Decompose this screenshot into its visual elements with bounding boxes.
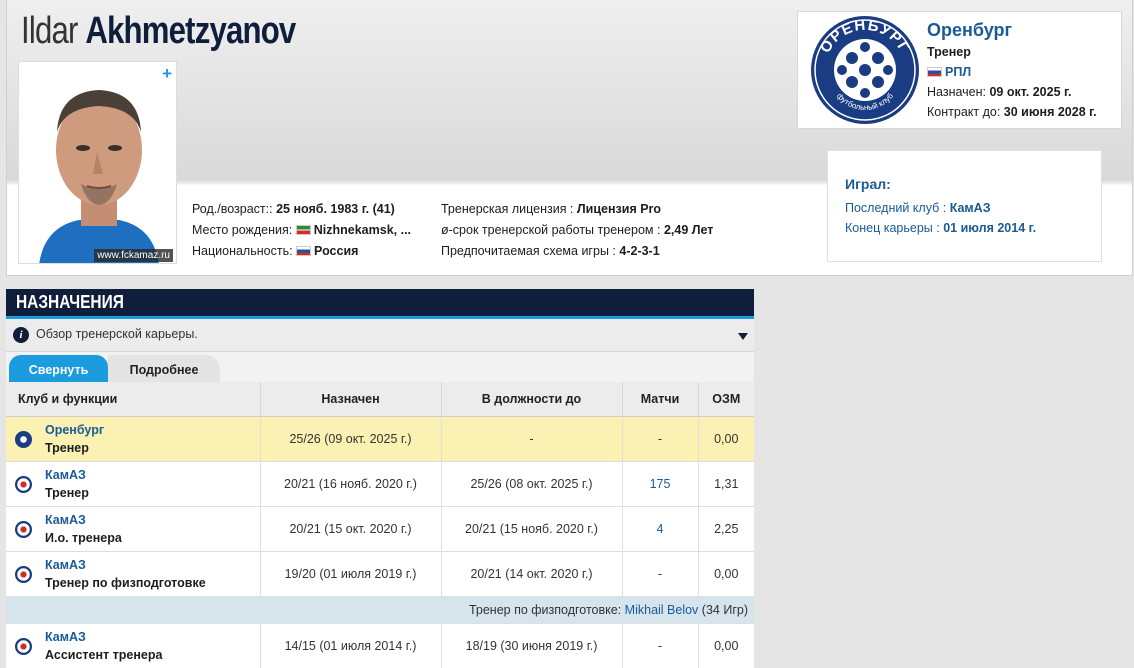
table-header: Клуб и функции Назначен В должности до М…	[6, 382, 754, 417]
club-cell: КамАЗ Ассистент тренера	[6, 623, 261, 668]
appointments-section: НАЗНАЧЕНИЯ i Обзор тренерской карьеры. С…	[6, 289, 754, 668]
photo-credit: www.fckamaz.ru	[94, 249, 173, 262]
league-link[interactable]: РПЛ	[945, 65, 971, 79]
club-cell: КамАЗ И.о. тренера	[6, 506, 261, 552]
formation-row: Предпочитаемая схема игры : 4-2-3-1	[441, 244, 660, 258]
chevron-down-icon[interactable]	[738, 333, 748, 340]
career-overview-toggle[interactable]: i Обзор тренерской карьеры.	[6, 319, 754, 352]
club-link[interactable]: КамАЗ	[45, 628, 260, 646]
russia-flag-icon	[927, 67, 942, 77]
coach-photo[interactable]: + www.fckamaz.ru	[18, 61, 177, 264]
current-club-box: ОРЕНБУРГ футбольный клуб 19 76 Оренбург …	[797, 11, 1122, 129]
profile-header: Ildar Akhmetzyanov + www.fckamaz.ru Род.…	[6, 0, 1133, 276]
col-ppm[interactable]: ОЗМ	[698, 382, 754, 417]
license-row: Тренерская лицензия : Лицензия Pro	[441, 202, 662, 216]
orenburg-logo-icon[interactable]: ОРЕНБУРГ футбольный клуб 19 76	[809, 14, 921, 126]
club-cell: Оренбург Тренер	[6, 416, 261, 462]
last-club-row: Последний клуб : КамАЗ	[845, 201, 991, 215]
tatarstan-flag-icon	[295, 225, 311, 235]
personal-info: Род./возраст:: 25 нояб. 1983 г. (41) Мес…	[192, 199, 411, 262]
coach-last-name: Akhmetzyanov	[85, 10, 296, 52]
overview-label: Обзор тренерской карьеры.	[36, 327, 198, 341]
info-icon: i	[13, 327, 29, 343]
staff-note-row: Тренер по физподготовке: Mikhail Belov (…	[6, 596, 754, 624]
col-until[interactable]: В должности до	[441, 382, 623, 417]
club-link[interactable]: КамАЗ	[45, 511, 260, 529]
birthplace-row: Место рождения: Nizhnekamsk, ...	[192, 223, 412, 237]
club-link[interactable]: КамАЗ	[45, 466, 260, 484]
played-box: Играл: Последний клуб : КамАЗ Конец карь…	[827, 150, 1102, 262]
table-row: КамАЗ Тренер 20/21 (16 нояб. 2020 г.) 25…	[6, 461, 754, 507]
current-club-link[interactable]: Оренбург	[927, 20, 1012, 41]
coach-first-name: Ildar	[21, 10, 78, 52]
kamaz-logo-icon[interactable]	[15, 520, 32, 538]
current-club-details: Тренер РПЛ Назначен: 09 окт. 2025 г. Кон…	[927, 45, 1097, 119]
matches-link[interactable]: 4	[622, 506, 699, 552]
avg-term-row: ø-срок тренерской работы тренером : 2,49…	[441, 223, 714, 237]
appointments-table: Клуб и функции Назначен В должности до М…	[6, 382, 754, 668]
col-appointed[interactable]: Назначен	[260, 382, 442, 417]
club-link[interactable]: Оренбург	[45, 421, 260, 439]
col-matches[interactable]: Матчи	[622, 382, 699, 417]
table-row: КамАЗ И.о. тренера 20/21 (15 окт. 2020 г…	[6, 506, 754, 552]
tab-details[interactable]: Подробнее	[108, 355, 220, 382]
col-club[interactable]: Клуб и функции	[6, 382, 261, 417]
add-photo-icon[interactable]: +	[162, 64, 172, 84]
matches-link[interactable]: 175	[622, 461, 699, 507]
orenburg-logo-icon[interactable]	[15, 430, 32, 448]
current-role: Тренер	[927, 45, 971, 59]
portrait-image	[19, 62, 176, 263]
table-row: КамАЗ Тренер по физподготовке 19/20 (01 …	[6, 551, 754, 597]
svg-text:76: 76	[898, 69, 906, 76]
table-row: КамАЗ Ассистент тренера 14/15 (01 июля 2…	[6, 623, 754, 668]
table-row: Оренбург Тренер 25/26 (09 окт. 2025 г.) …	[6, 416, 754, 462]
tab-collapse[interactable]: Свернуть	[9, 355, 108, 382]
last-club-link[interactable]: КамАЗ	[950, 201, 991, 215]
kamaz-logo-icon[interactable]	[15, 565, 32, 583]
coach-name: Ildar Akhmetzyanov	[21, 10, 296, 53]
kamaz-logo-icon[interactable]	[15, 475, 32, 493]
coaching-info: Тренерская лицензия : Лицензия Pro ø-сро…	[441, 199, 713, 262]
played-title: Играл:	[845, 176, 891, 192]
tabs: Свернуть Подробнее	[6, 352, 754, 382]
nationality-row: Национальность: Россия	[192, 244, 359, 258]
russia-flag-icon	[296, 246, 312, 256]
career-end-row: Конец карьеры : 01 июля 2014 г.	[845, 221, 1037, 235]
section-title: НАЗНАЧЕНИЯ	[6, 289, 754, 319]
svg-text:19: 19	[825, 69, 833, 76]
club-cell: КамАЗ Тренер	[6, 461, 261, 507]
club-cell: КамАЗ Тренер по физподготовке	[6, 551, 261, 597]
kamaz-logo-icon[interactable]	[15, 637, 32, 655]
birth-row: Род./возраст:: 25 нояб. 1983 г. (41)	[192, 202, 395, 216]
club-link[interactable]: КамАЗ	[45, 556, 260, 574]
staff-link[interactable]: Mikhail Belov	[625, 603, 699, 617]
